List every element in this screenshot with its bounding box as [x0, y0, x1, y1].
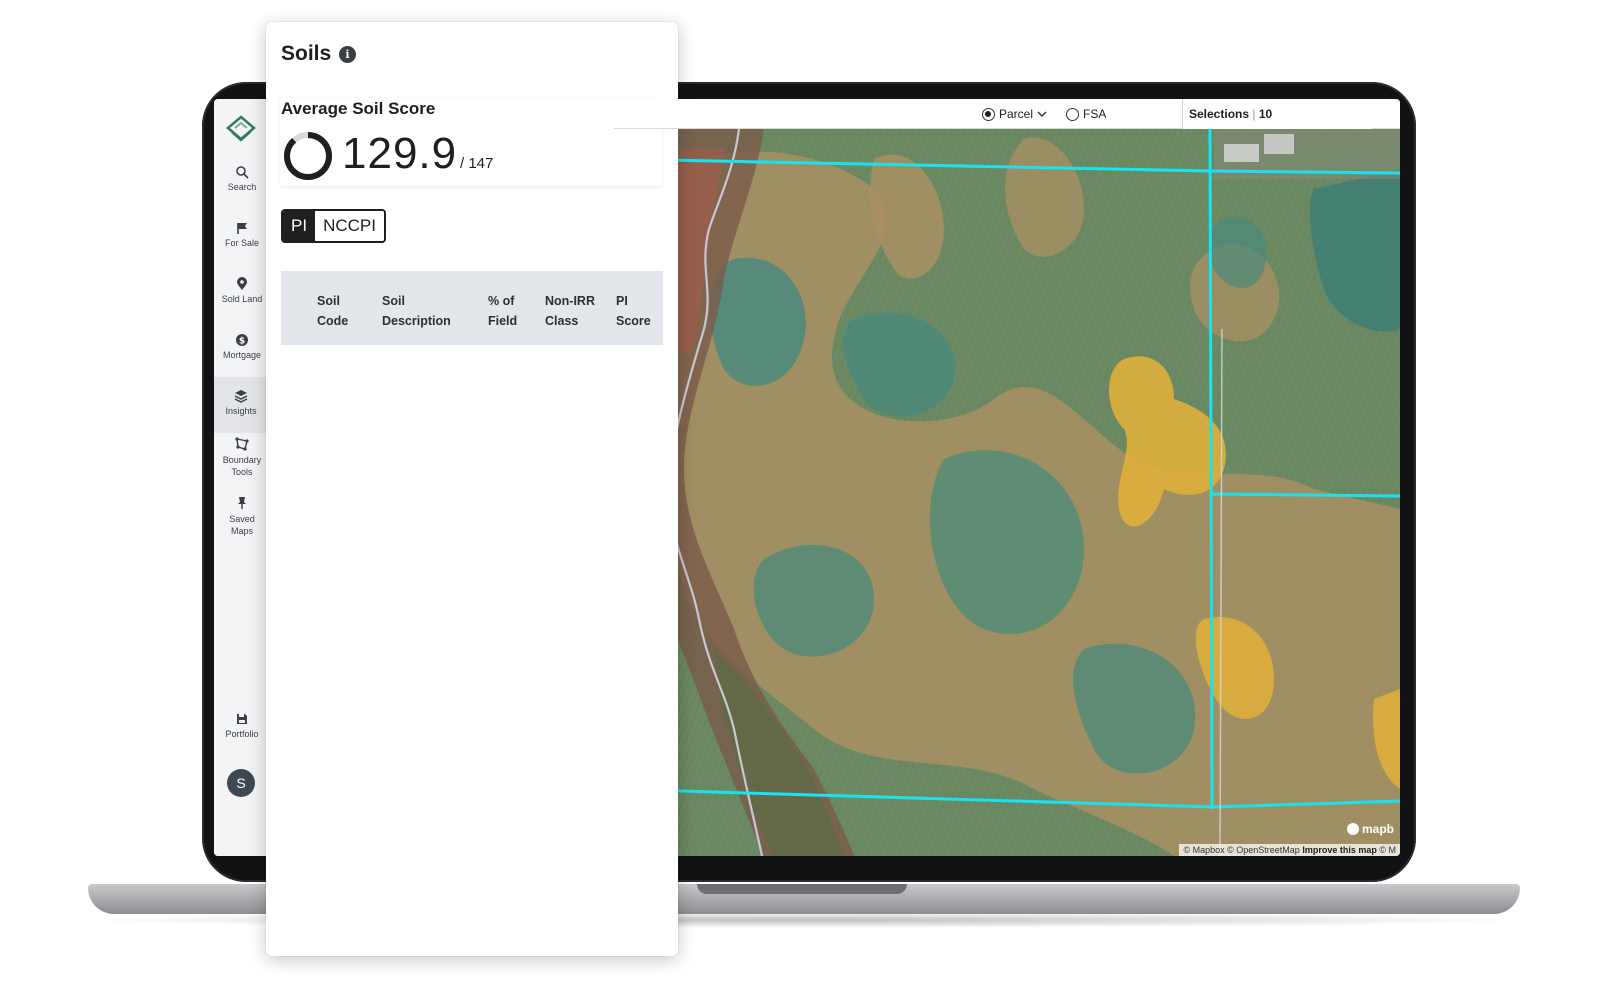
nav-item-label: Boundary Tools	[222, 455, 262, 477]
improve-map-link[interactable]: Improve this map	[1302, 845, 1377, 855]
column-header-percent-field[interactable]: % of Field	[488, 291, 517, 331]
column-header-soil-description[interactable]: Soil Description	[382, 291, 451, 331]
left-nav: Search For Sale Sold Land $ Mortgage Ins…	[214, 99, 270, 856]
map-pin-icon	[237, 277, 247, 290]
parcel-radio[interactable]: Parcel	[982, 107, 1047, 121]
nav-item-mortgage[interactable]: $ Mortgage	[214, 333, 270, 360]
selections-counter[interactable]: Selections | 10	[1182, 99, 1372, 129]
map-attribution: © Mapbox © OpenStreetMap Improve this ma…	[1179, 844, 1400, 856]
info-icon[interactable]: i	[339, 46, 356, 63]
score-ring	[284, 132, 332, 180]
average-score-max: / 147	[460, 155, 494, 172]
chevron-down-icon[interactable]	[1037, 110, 1047, 118]
nav-item-label: Mortgage	[222, 350, 262, 360]
attribution-text: © Mapbox © OpenStreetMap	[1183, 845, 1300, 855]
satellite-map[interactable]: 86BOsco siltloam, 2 to 5percent...32.92e…	[614, 129, 1400, 856]
soils-panel: Soils i Average Soil Score 129.9 / 147 P…	[266, 22, 678, 956]
nav-item-saved-maps[interactable]: Saved Maps	[214, 496, 270, 537]
nav-item-label: Search	[227, 182, 257, 192]
column-header-non-irr-class[interactable]: Non-IRR Class	[545, 291, 595, 331]
column-header-pi-score[interactable]: PI Score	[616, 291, 651, 331]
column-header-soil-code[interactable]: Soil Code	[317, 291, 348, 331]
nav-item-boundary-tools[interactable]: Boundary Tools	[214, 437, 270, 478]
laptop-notch	[697, 884, 907, 894]
pin-icon	[238, 497, 246, 509]
panel-title: Soils	[281, 42, 332, 65]
avatar[interactable]: S	[227, 769, 255, 797]
fsa-radio[interactable]: FSA	[1066, 107, 1106, 121]
nav-item-label: Saved Maps	[229, 514, 255, 536]
svg-text:$: $	[239, 337, 245, 347]
nav-item-label: Sold Land	[221, 294, 263, 304]
score-type-toggle: PI NCCPI	[281, 209, 386, 243]
flag-icon	[237, 223, 247, 234]
toggle-pi[interactable]: PI	[283, 211, 316, 241]
average-score-value: 129.9	[342, 129, 458, 178]
save-icon	[237, 714, 247, 724]
soils-table: Soil Code Soil Description % of Field Non-I…	[281, 271, 663, 345]
mapbox-logo: mapb	[1346, 822, 1394, 836]
nav-item-label: For Sale	[224, 238, 259, 248]
nav-item-portfolio[interactable]: Portfolio	[214, 712, 270, 739]
boundary-icon	[235, 437, 249, 451]
fsa-radio-label: FSA	[1083, 107, 1107, 121]
radio-selected-icon	[982, 107, 995, 121]
dollar-icon: $	[236, 334, 248, 347]
nav-item-for-sale[interactable]: For Sale	[214, 221, 270, 248]
map-toolbar: Parcel FSA Selections | 10	[614, 99, 1400, 129]
nav-item-label: Portfolio	[225, 729, 259, 739]
search-icon	[236, 166, 249, 179]
selections-label: Selections	[1189, 107, 1250, 121]
average-score-label: Average Soil Score	[281, 99, 436, 118]
nav-item-label: Insights	[225, 406, 257, 416]
nav-item-sold-land[interactable]: Sold Land	[214, 277, 270, 304]
map-view[interactable]: Parcel FSA Selections | 10 86BOsco siltl…	[614, 99, 1400, 856]
average-score-card: Average Soil Score 129.9 / 147	[280, 98, 662, 186]
toggle-nccpi[interactable]: NCCPI	[315, 211, 384, 241]
app-logo-icon[interactable]	[224, 113, 258, 147]
layers-icon	[234, 390, 248, 403]
radio-unselected-icon	[1066, 107, 1079, 121]
table-header: Soil Code Soil Description % of Field Non-I…	[281, 271, 663, 345]
nav-item-search[interactable]: Search	[214, 165, 270, 192]
selections-count: 10	[1258, 107, 1273, 121]
nav-item-insights[interactable]: Insights	[214, 377, 270, 433]
parcel-radio-label: Parcel	[999, 107, 1034, 121]
